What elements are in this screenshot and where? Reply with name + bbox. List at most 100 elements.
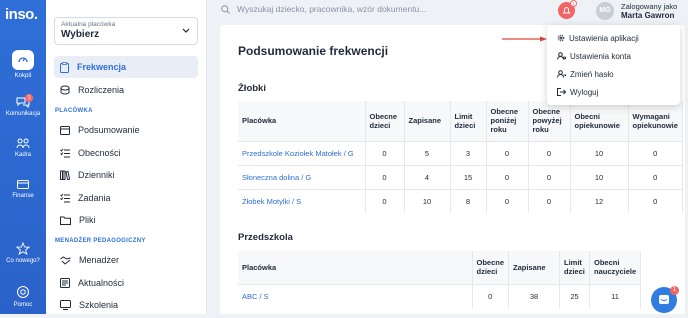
wallet-icon (17, 180, 29, 189)
table-row: Przedszkole Koziołek Matołek / G 0 5 3 0… (238, 140, 683, 165)
table-cell: 4 (404, 164, 451, 189)
section-title-zlobki: Żłobki (238, 83, 266, 94)
app-rail: inso. Kokpit 1 Komunikacja Kadra Finanse… (0, 0, 46, 314)
column-header: Obecne dzieci (472, 251, 510, 284)
column-header: Obecne dzieci (365, 101, 405, 141)
user-gear-icon (557, 52, 566, 60)
rail-item-kokpit[interactable]: Kokpit (0, 50, 46, 79)
sidebar-item-label: Rozliczenia (78, 85, 125, 95)
newspaper-icon (60, 278, 70, 288)
logged-as-label: Zalogowany jako (621, 2, 678, 11)
table-cell: 38 (508, 283, 561, 308)
table-cell: 0 (486, 140, 529, 165)
column-header: Obecne powyżej roku (528, 101, 571, 141)
column-header: Zapisane (404, 101, 451, 141)
sidebar-item-zadania[interactable]: Zadania (54, 187, 198, 209)
sidebar-item-menadzer[interactable]: Menadżer (54, 249, 198, 271)
sidebar-item-label: Menadżer (79, 255, 120, 265)
sidebar-item-label: Podsumowanie (78, 125, 140, 135)
coins-icon (60, 85, 70, 95)
rail-label: Komunikacja (5, 111, 41, 117)
user-menu: Ustawienia aplikacji Ustawienia konta Zm… (547, 25, 680, 105)
table-cell: 0 (486, 188, 529, 213)
chat-badge: 1 (670, 286, 679, 295)
rail-item-kadra[interactable]: Kadra (0, 137, 46, 158)
table-cell: 11 (589, 283, 642, 308)
table-cell: 0 (628, 140, 683, 165)
rail-label: Finanse (12, 193, 34, 199)
table-cell: 3 (450, 140, 487, 165)
menu-item-label: Ustawienia konta (570, 51, 631, 61)
menu-item-label: Ustawienia aplikacji (569, 33, 639, 43)
table-cell: 0 (365, 140, 405, 165)
column-header: Placówka (238, 251, 473, 284)
sidebar-item-pliki[interactable]: Pliki (54, 209, 198, 231)
facility-link[interactable]: Przedszkole Koziołek Matołek / G (238, 140, 366, 165)
chat-button[interactable]: 1 (651, 286, 679, 313)
table-cell: 12 (570, 188, 629, 213)
table-cell: 8 (450, 188, 487, 213)
zlobki-table: Placówka Obecne dzieci Zapisane Limit dz… (238, 101, 683, 213)
folder-icon (60, 216, 71, 225)
facility-link[interactable]: Słoneczna dolina / G (238, 164, 366, 189)
table-cell: 0 (528, 164, 571, 189)
sidebar-item-dzienniki[interactable]: Dzienniki (54, 164, 198, 186)
calendar-icon (60, 126, 70, 135)
menu-item-label: Wyloguj (570, 87, 599, 97)
facility-selector[interactable]: Aktualna placówka Wybierz (54, 17, 198, 45)
avatar[interactable]: MG (596, 2, 614, 20)
rail-item-finanse[interactable]: Finanse (0, 178, 46, 199)
column-header: Limit dzieci (559, 251, 591, 284)
search-input[interactable]: Wyszukaj dziecko, pracownika, wzór dokum… (237, 4, 426, 14)
user-info[interactable]: Zalogowany jako Marta Gawron (621, 2, 677, 20)
menu-item-account-settings[interactable]: Ustawienia konta (557, 49, 631, 63)
table-cell: 10 (570, 140, 629, 165)
sidebar-item-podsumowanie[interactable]: Podsumowanie (54, 119, 198, 141)
rail-label: Co nowego? (6, 258, 40, 264)
rail-item-co-nowego[interactable]: Co nowego? (0, 242, 46, 264)
section-header-menadzer: MENADŻER PEDAGOGICZNY (55, 238, 146, 244)
handshake-icon (60, 255, 71, 265)
sidebar-item-obecnosci[interactable]: Obecności (54, 142, 198, 164)
search-box[interactable]: Wyszukaj dziecko, pracownika, wzór dokum… (221, 4, 426, 14)
notifications-button[interactable]: 1 (558, 0, 577, 19)
table-cell: 25 (559, 283, 591, 308)
rail-item-komunikacja[interactable]: 1 Komunikacja (0, 94, 46, 117)
section-header-placowka: PLACÓWKA (55, 108, 93, 114)
top-bar: Wyszukaj dziecko, pracownika, wzór dokum… (207, 0, 688, 22)
sidebar-item-szkolenia[interactable]: Szkolenia (54, 294, 198, 316)
checklist-icon (60, 148, 70, 158)
column-header: Obecne poniżej roku (486, 101, 529, 141)
bell-icon (562, 7, 571, 14)
monitor-icon (60, 300, 71, 310)
table-cell: 0 (628, 164, 683, 189)
sidebar-item-label: Obecności (78, 148, 121, 158)
table-cell: 0 (365, 188, 405, 213)
przedszkola-table: Placówka Obecne dzieci Zapisane Limit dz… (238, 251, 642, 308)
menu-item-app-settings[interactable]: Ustawienia aplikacji (557, 31, 639, 45)
rail-item-pomoc[interactable]: Pomoc (0, 285, 46, 308)
column-header: Obecni opiekunowie (570, 101, 629, 141)
column-header: Placówka (238, 101, 366, 141)
table-cell: 0 (528, 140, 571, 165)
menu-item-logout[interactable]: Wyloguj (557, 85, 598, 99)
sidebar-item-rozliczenia[interactable]: Rozliczenia (54, 79, 198, 101)
rail-badge: 1 (25, 94, 33, 102)
sidebar-item-label: Pliki (79, 215, 96, 225)
sidebar-item-label: Frekwencja (77, 62, 127, 72)
facility-link[interactable]: ABC / S (238, 283, 473, 308)
sidebar-item-aktualnosci[interactable]: Aktualności (54, 272, 198, 294)
sidebar-item-frekwencja[interactable]: Frekwencja (54, 56, 198, 78)
facility-link[interactable]: Żłobek Motylki / S (238, 188, 366, 213)
sidebar-item-label: Szkolenia (79, 300, 119, 310)
team-icon (16, 138, 30, 149)
table-cell: 0 (486, 164, 529, 189)
table-cell: 0 (365, 164, 405, 189)
column-header: Zapisane (508, 251, 561, 284)
column-header: Obecni nauczyciele (589, 251, 642, 284)
table-row: Żłobek Motylki / S 0 10 8 0 0 12 0 (238, 188, 683, 213)
task-list-icon (60, 193, 70, 203)
chevron-down-icon (182, 28, 190, 33)
books-icon (60, 170, 70, 180)
menu-item-change-password[interactable]: Zmień hasło (557, 67, 614, 81)
